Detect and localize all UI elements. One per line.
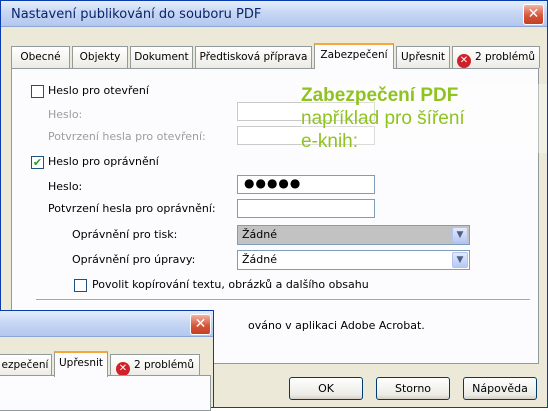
tab-objects[interactable]: Objekty xyxy=(72,46,128,68)
second-tab-advanced[interactable]: Upřesnit xyxy=(54,351,108,377)
caption-line-2: například pro šíření xyxy=(301,108,465,129)
close-icon: ✕ xyxy=(194,316,207,332)
tab-advanced[interactable]: Upřesnit xyxy=(396,46,450,68)
chevron-down-icon: ▼ xyxy=(452,252,468,268)
title-bar[interactable]: Nastavení publikování do souboru PDF ✕ xyxy=(1,1,547,27)
error-icon: ✕ xyxy=(456,54,471,68)
print-permission-label: Oprávnění pro tisk: xyxy=(72,228,178,241)
separator xyxy=(36,299,530,301)
perm-password-input[interactable]: ●●●●● xyxy=(237,175,375,194)
edit-permission-select[interactable]: Žádné ▼ xyxy=(237,250,470,270)
caption-overlay: Zabezpečení PDF například pro šíření e-k… xyxy=(301,84,547,153)
perm-password-field-label: Heslo: xyxy=(48,180,83,193)
help-button[interactable]: Nápověda xyxy=(463,377,537,400)
perm-password-confirm-input[interactable] xyxy=(237,199,375,218)
cancel-button[interactable]: Storno xyxy=(376,377,450,400)
dialog-title: Nastavení publikování do souboru PDF xyxy=(11,7,262,22)
perm-password-confirm-label: Potvrzení hesla pro oprávnění: xyxy=(48,202,216,215)
second-tab-security[interactable]: ezpečení xyxy=(0,354,52,376)
close-icon: ✕ xyxy=(527,6,540,22)
open-password-checkbox[interactable] xyxy=(31,85,44,98)
second-dialog: ✕ ezpečení Upřesnit ✕ 2 problémů xyxy=(0,310,214,411)
close-button[interactable]: ✕ xyxy=(523,4,544,25)
second-title-bar[interactable]: ✕ xyxy=(0,311,213,337)
tab-general[interactable]: Obecné xyxy=(11,46,70,68)
second-close-button[interactable]: ✕ xyxy=(190,314,211,335)
edit-permission-label: Oprávnění pro úpravy: xyxy=(72,253,196,266)
caption-line-1: Zabezpečení PDF xyxy=(301,85,459,106)
allow-copy-label: Povolit kopírování textu, obrázků a dalš… xyxy=(92,278,369,291)
open-password-field-label: Heslo: xyxy=(48,108,83,121)
second-tab-problems[interactable]: ✕ 2 problémů xyxy=(110,354,200,376)
tab-security[interactable]: Zabezpečení xyxy=(314,43,394,69)
perm-password-label: Heslo pro oprávnění xyxy=(48,155,159,168)
tab-document[interactable]: Dokument xyxy=(130,46,193,68)
perm-password-checkbox[interactable]: ✔ xyxy=(31,156,44,169)
print-permission-select[interactable]: Žádné ▼ xyxy=(237,225,470,245)
error-icon: ✕ xyxy=(115,362,130,376)
tab-problems[interactable]: ✕ 2 problémů xyxy=(452,46,540,68)
allow-copy-checkbox[interactable] xyxy=(74,279,87,292)
open-password-confirm-label: Potvrzení hesla pro otevření: xyxy=(48,130,206,143)
chevron-down-icon: ▼ xyxy=(452,227,468,243)
open-password-label: Heslo pro otevření xyxy=(48,84,149,97)
acrobat-note: ováno v aplikaci Adobe Acrobat. xyxy=(248,319,425,332)
ok-button[interactable]: OK xyxy=(289,377,363,400)
caption-line-3: e-knih: xyxy=(301,131,359,152)
checkmark-icon: ✔ xyxy=(32,156,43,169)
tab-prepress[interactable]: Předtisková příprava xyxy=(195,46,312,68)
second-panel xyxy=(0,375,211,411)
